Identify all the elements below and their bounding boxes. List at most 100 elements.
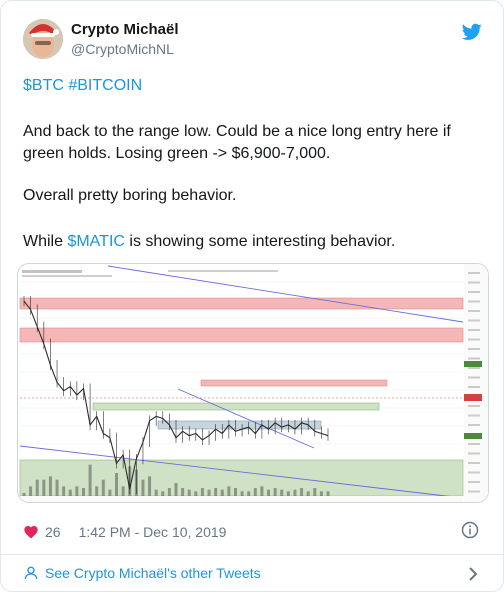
volume-bar	[240, 491, 244, 496]
tweet-timestamp[interactable]: 1:42 PM - Dec 10, 2019	[79, 524, 227, 540]
price-tick	[468, 471, 480, 474]
volume-bar	[267, 489, 271, 496]
twitter-bird-icon[interactable]	[462, 23, 482, 41]
volume-bar	[121, 486, 125, 496]
volume-bar	[75, 486, 79, 496]
avatar[interactable]	[23, 19, 63, 59]
matic-cashtag-link[interactable]: $MATIC	[67, 233, 124, 250]
volume-bar	[81, 488, 85, 496]
price-axis	[464, 264, 488, 502]
volume-bar	[35, 479, 39, 496]
chevron-right-icon[interactable]	[468, 566, 478, 582]
volume-bar	[141, 479, 145, 496]
chart-image[interactable]	[17, 263, 489, 503]
person-icon	[24, 566, 38, 580]
avatar-image	[23, 19, 63, 59]
volume-bar	[313, 488, 317, 496]
volume-bar	[187, 489, 191, 496]
volume-bar	[227, 486, 231, 496]
tweet-card: Crypto Michaël @CryptoMichNL $BTC #BITCO…	[0, 0, 504, 592]
price-tick	[468, 291, 480, 293]
volume-bar	[68, 489, 72, 496]
tweet-text-line-1: $BTC #BITCOIN	[23, 75, 483, 97]
price-tick	[468, 319, 480, 322]
price-tick	[468, 329, 480, 331]
price-tick	[468, 424, 480, 426]
volume-bar	[286, 491, 290, 496]
current-price-marker	[464, 394, 482, 401]
volume-bar	[233, 488, 237, 496]
volume-bar	[260, 486, 264, 496]
tweet-footer: See Crypto Michaël's other Tweets	[1, 554, 503, 592]
heart-icon[interactable]	[23, 524, 39, 540]
volume-bar	[101, 479, 105, 496]
volume-bar	[62, 486, 66, 496]
price-tick	[468, 376, 480, 379]
price-tick	[468, 338, 480, 341]
volume-bar	[194, 491, 198, 496]
volume-bar	[207, 489, 211, 496]
price-tick	[468, 414, 480, 417]
price-tick	[468, 300, 480, 303]
volume-bar	[247, 491, 251, 496]
volume-bar	[22, 493, 26, 496]
volume-bar	[108, 489, 112, 496]
volume-bar	[300, 488, 304, 496]
red-resistance-zone	[19, 297, 464, 310]
volume-bar	[154, 489, 158, 496]
tweet-meta: 26 1:42 PM - Dec 10, 2019	[23, 524, 226, 540]
price-tick	[468, 443, 480, 445]
volume-bar	[48, 476, 52, 496]
author-name[interactable]: Crypto Michaël	[71, 21, 179, 38]
green-price-marker	[464, 361, 482, 367]
volume-bar	[273, 488, 277, 496]
green-support-zone	[92, 402, 380, 411]
chart-header-line	[22, 275, 112, 277]
price-tick	[468, 481, 480, 483]
tweet-text-paragraph-4: While $MATIC is showing some interesting…	[23, 231, 483, 253]
info-icon[interactable]	[461, 521, 479, 539]
volume-bar	[319, 491, 323, 496]
tweet-text-paragraph-2: And back to the range low. Could be a ni…	[23, 123, 451, 162]
price-tick	[468, 357, 480, 360]
volume-bar	[42, 479, 46, 496]
paragraph-4-prefix: While	[23, 233, 68, 250]
volume-bar	[174, 483, 178, 496]
price-tick	[468, 367, 480, 369]
volume-bar	[29, 486, 33, 496]
volume-bar	[167, 488, 171, 496]
hashtag-link[interactable]: $BTC #BITCOIN	[23, 77, 142, 94]
author-handle[interactable]: @CryptoMichNL	[71, 41, 174, 57]
volume-bar	[95, 486, 99, 496]
price-tick	[468, 462, 480, 464]
like-count[interactable]: 26	[45, 524, 61, 540]
volume-bar	[115, 473, 119, 496]
volume-bar	[214, 488, 218, 496]
paragraph-4-suffix: is showing some interesting behavior.	[124, 233, 396, 250]
volume-bar	[55, 479, 59, 496]
other-tweets-link[interactable]: See Crypto Michaël's other Tweets	[23, 565, 261, 581]
green-price-marker	[464, 433, 482, 439]
tweet-text-paragraph-3: Overall pretty boring behavior.	[23, 187, 237, 204]
volume-bar	[200, 488, 204, 496]
chart-header-line	[22, 270, 82, 273]
volume-bar	[306, 491, 310, 496]
volume-bar	[253, 488, 257, 496]
volume-bar	[326, 491, 330, 496]
red-resistance-zone	[19, 327, 464, 343]
btc-price-chart	[18, 264, 488, 502]
price-tick	[468, 490, 480, 493]
price-tick	[468, 310, 480, 312]
price-tick	[468, 405, 480, 407]
volume-bar	[88, 464, 92, 496]
price-tick	[468, 281, 480, 284]
price-tick	[468, 452, 480, 455]
price-tick	[468, 386, 480, 388]
volume-bar	[280, 489, 284, 496]
volume-bar	[293, 489, 297, 496]
time-axis	[20, 496, 463, 502]
chart-header-line	[168, 270, 278, 272]
other-tweets-label: See Crypto Michaël's other Tweets	[45, 565, 261, 581]
red-range-high-zone	[200, 379, 388, 387]
volume-bar	[181, 488, 185, 496]
